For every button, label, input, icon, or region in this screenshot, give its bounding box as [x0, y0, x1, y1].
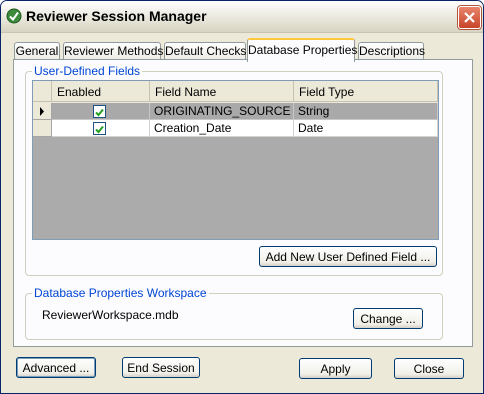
workspace-path: ReviewerWorkspace.mdb [42, 308, 179, 322]
tab-default-checks[interactable]: Default Checks [164, 42, 246, 60]
row-selector[interactable] [33, 120, 52, 137]
enabled-checkbox[interactable] [93, 122, 106, 135]
enabled-checkbox[interactable] [93, 105, 106, 118]
tab-general[interactable]: General [14, 42, 60, 60]
change-workspace-button[interactable]: Change ... [353, 308, 423, 329]
reviewer-session-manager-window: Reviewer Session Manager General Reviewe… [0, 0, 484, 394]
table-row[interactable]: ORIGINATING_SOURCE String [33, 103, 438, 120]
apply-button[interactable]: Apply [299, 358, 372, 379]
tab-descriptions[interactable]: Descriptions [358, 42, 425, 60]
end-session-button[interactable]: End Session [122, 357, 200, 378]
close-window-button[interactable] [458, 6, 481, 29]
grid-header: Enabled Field Name Field Type [33, 81, 438, 103]
title-bar[interactable]: Reviewer Session Manager [1, 1, 483, 33]
table-row[interactable]: Creation_Date Date [33, 120, 438, 137]
advanced-button[interactable]: Advanced ... [16, 357, 96, 378]
reviewer-check-icon [6, 8, 22, 24]
tab-database-properties[interactable]: Database Properties [247, 38, 357, 62]
close-button[interactable]: Close [394, 358, 464, 379]
tab-reviewer-methods[interactable]: Reviewer Methods [63, 42, 163, 60]
user-defined-fields-grid[interactable]: Enabled Field Name Field Type ORIGINATIN… [32, 80, 439, 240]
row-selector[interactable] [33, 103, 52, 120]
workspace-title: Database Properties Workspace [32, 286, 209, 300]
user-defined-fields-title: User-Defined Fields [32, 64, 143, 78]
window-title: Reviewer Session Manager [26, 8, 207, 24]
column-header-field-type[interactable]: Field Type [294, 81, 438, 102]
field-name-cell[interactable]: Creation_Date [150, 120, 294, 137]
column-header-field-name[interactable]: Field Name [150, 81, 294, 102]
header-row-selector [33, 81, 52, 102]
field-name-cell[interactable]: ORIGINATING_SOURCE [150, 103, 294, 120]
column-header-enabled[interactable]: Enabled [52, 81, 150, 102]
field-type-cell[interactable]: String [294, 103, 438, 120]
add-user-defined-field-button[interactable]: Add New User Defined Field ... [259, 246, 437, 267]
enabled-cell [52, 103, 150, 120]
enabled-cell [52, 120, 150, 137]
field-type-cell[interactable]: Date [294, 120, 438, 137]
